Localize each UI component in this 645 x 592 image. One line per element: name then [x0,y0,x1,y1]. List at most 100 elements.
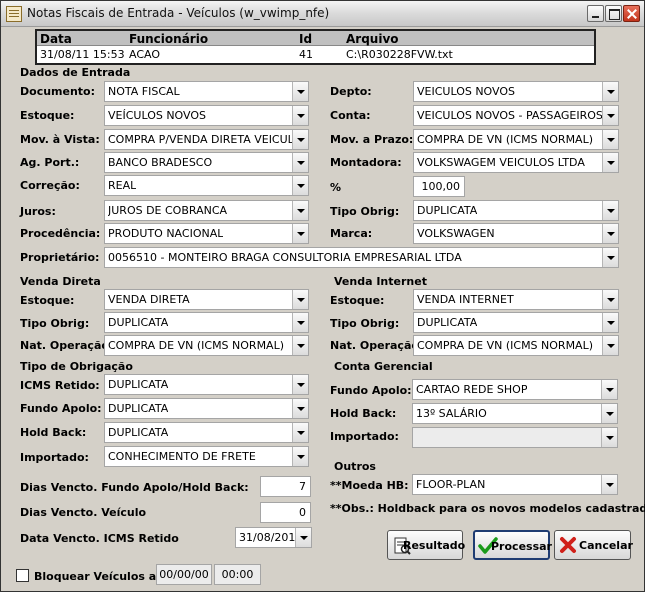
moeda-hb-select[interactable]: FLOOR-PLAN [412,474,618,495]
minimize-button[interactable] [587,5,604,22]
chevron-down-icon[interactable] [292,82,308,101]
grid-cell-data: 31/08/11 15:53 [40,48,125,61]
resultado-button[interactable]: Resultado [387,530,465,560]
vi-tipo-obrig-select[interactable]: DUPLICATA [413,312,619,333]
chevron-down-icon[interactable] [292,399,308,418]
cg-hold-back-label: Hold Back: [330,407,397,420]
estoque-select[interactable]: VEÍCULOS NOVOS [104,105,309,126]
conta-select[interactable]: VEICULOS NOVOS - PASSAGEIROS [413,105,619,126]
processar-label: Processar [491,540,552,553]
chevron-down-icon[interactable] [602,336,618,355]
grid-header-data[interactable]: Data [40,32,72,46]
bloquear-checkbox[interactable] [16,569,29,582]
vd-nat-operacao-select[interactable]: COMPRA DE VN (ICMS NORMAL) [104,335,309,356]
chevron-down-icon[interactable] [602,248,618,267]
chevron-down-icon[interactable] [602,224,618,243]
mov-vista-select[interactable]: COMPRA P/VENDA DIRETA VEICULOS [104,129,309,150]
to-fundo-apolo-label: Fundo Apolo: [20,402,102,415]
chevron-down-icon[interactable] [292,106,308,125]
icms-retido-label: ICMS Retido: [20,379,100,392]
bloquear-date-value: 00/00/00 [159,568,209,581]
chevron-down-icon[interactable] [292,447,308,466]
vd-nat-operacao-value: COMPRA DE VN (ICMS NORMAL) [108,339,284,352]
vd-estoque-label: Estoque: [20,294,75,307]
juros-select[interactable]: JUROS DE COBRANCA [104,200,309,221]
cg-fundo-apolo-select[interactable]: CARTAO REDE SHOP [412,379,618,400]
maximize-button[interactable] [605,5,622,22]
icms-retido-select[interactable]: DUPLICATA [104,374,309,395]
data-icms-datepicker[interactable]: 31/08/2011 [235,527,312,548]
estoque-label: Estoque: [20,109,75,122]
depto-value: VEICULOS NOVOS [417,85,515,98]
grid-header-id[interactable]: Id [299,32,312,46]
marca-value: VOLKSWAGEN [417,227,495,240]
marca-select[interactable]: VOLKSWAGEN [413,223,619,244]
dias-fundo-input[interactable]: 7 [260,476,311,497]
chevron-down-icon[interactable] [292,224,308,243]
chevron-down-icon[interactable] [602,106,618,125]
title-bar[interactable]: Notas Fiscais de Entrada - Veículos (w_v… [1,1,644,27]
chevron-down-icon[interactable] [601,475,617,494]
grid-header-funcionario[interactable]: Funcionário [129,32,208,46]
vi-nat-operacao-value: COMPRA DE VN (ICMS NORMAL) [417,339,593,352]
depto-label: Depto: [330,85,372,98]
vi-tipo-obrig-label: Tipo Obrig: [330,317,400,330]
to-importado-select[interactable]: CONHECIMENTO DE FRETE [104,446,309,467]
chevron-down-icon[interactable] [292,153,308,172]
dias-veiculo-value: 0 [299,506,306,519]
chevron-down-icon[interactable] [292,130,308,149]
processar-button[interactable]: Processar [473,530,552,560]
documento-select[interactable]: NOTA FISCAL [104,81,309,102]
cg-fundo-apolo-label: Fundo Apolo: [330,384,412,397]
tipo-obrig-select[interactable]: DUPLICATA [413,200,619,221]
chevron-down-icon[interactable] [602,130,618,149]
proprietario-select[interactable]: 0056510 - MONTEIRO BRAGA CONSULTORIA EMP… [104,247,619,268]
chevron-down-icon[interactable] [292,290,308,309]
vi-nat-operacao-select[interactable]: COMPRA DE VN (ICMS NORMAL) [413,335,619,356]
chevron-down-icon[interactable] [602,313,618,332]
chevron-down-icon[interactable] [292,375,308,394]
chevron-down-icon[interactable] [292,336,308,355]
chevron-down-icon[interactable] [601,428,617,447]
cg-hold-back-select[interactable]: 13º SALÁRIO [412,403,618,424]
juros-label: Juros: [20,205,56,218]
table-row[interactable]: 31/08/11 15:53 ACAO 41 C:\R030228FVW.txt [37,47,594,63]
mov-prazo-label: Mov. a Prazo: [330,133,414,146]
chevron-down-icon[interactable] [601,380,617,399]
moeda-hb-value: FLOOR-PLAN [416,478,486,491]
chevron-down-icon[interactable] [292,313,308,332]
chevron-down-icon[interactable] [601,404,617,423]
vd-estoque-select[interactable]: VENDA DIRETA [104,289,309,310]
chevron-down-icon[interactable] [295,528,311,547]
chevron-down-icon[interactable] [602,201,618,220]
cg-hold-back-value: 13º SALÁRIO [416,407,487,420]
mov-prazo-select[interactable]: COMPRA DE VN (ICMS NORMAL) [413,129,619,150]
chevron-down-icon[interactable] [292,176,308,195]
ag-port-select[interactable]: BANCO BRADESCO [104,152,309,173]
chevron-down-icon[interactable] [602,82,618,101]
procedencia-select[interactable]: PRODUTO NACIONAL [104,223,309,244]
juros-value: JUROS DE COBRANCA [108,204,228,217]
icms-retido-value: DUPLICATA [108,378,169,391]
to-hold-back-select[interactable]: DUPLICATA [104,422,309,443]
chevron-down-icon[interactable] [292,423,308,442]
tipo-obrig-value: DUPLICATA [417,204,478,217]
montadora-select[interactable]: VOLKSWAGEM VEICULOS LTDA [413,152,619,173]
bloquear-date-input[interactable]: 00/00/00 [156,564,212,585]
vi-estoque-select[interactable]: VENDA INTERNET [413,289,619,310]
correcao-select[interactable]: REAL [104,175,309,196]
to-fundo-apolo-select[interactable]: DUPLICATA [104,398,309,419]
vd-tipo-obrig-select[interactable]: DUPLICATA [104,312,309,333]
dias-veiculo-input[interactable]: 0 [260,502,311,523]
chevron-down-icon[interactable] [602,153,618,172]
chevron-down-icon[interactable] [602,290,618,309]
import-log-grid[interactable]: Data Funcionário Id Arquivo 31/08/11 15:… [35,29,596,65]
chevron-down-icon[interactable] [292,201,308,220]
bloquear-time-input[interactable]: 00:00 [214,564,261,585]
cancelar-button[interactable]: Cancelar [554,530,633,560]
close-button[interactable] [623,5,640,22]
depto-select[interactable]: VEICULOS NOVOS [413,81,619,102]
cg-importado-select[interactable] [412,427,618,448]
percent-input[interactable]: 100,00 [413,176,465,197]
grid-header-arquivo[interactable]: Arquivo [346,32,399,46]
